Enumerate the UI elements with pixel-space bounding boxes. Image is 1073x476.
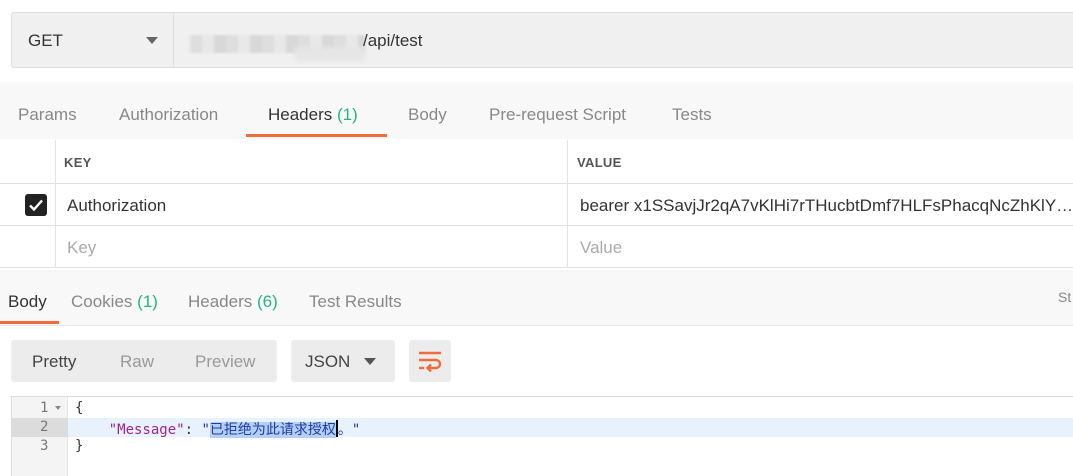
wrap-lines-button[interactable]	[409, 340, 451, 382]
response-body-viewer[interactable]: 1 { 2 "Message": "已拒绝为此请求授权 。" 3 }	[11, 396, 1073, 476]
line-number: 3	[40, 438, 49, 454]
code-text: "Message": "已拒绝为此请求授权 。"	[108, 420, 361, 438]
caret-down-icon	[364, 358, 376, 365]
new-key-input[interactable]: Key	[67, 238, 96, 258]
tab-authorization[interactable]: Authorization	[119, 105, 218, 125]
raw-button[interactable]: Raw	[120, 352, 154, 372]
line-number: 2	[40, 419, 49, 435]
tab-body[interactable]: Body	[408, 105, 447, 125]
code-text: }	[75, 438, 84, 454]
pretty-button[interactable]: Pretty	[32, 352, 76, 372]
tab-headers[interactable]: Headers (1)	[268, 105, 358, 125]
column-header-key: KEY	[64, 155, 92, 170]
active-tab-indicator	[246, 134, 387, 137]
active-response-tab-indicator	[0, 321, 59, 324]
headers-table: KEY VALUE Authorization bearer x1SSavjJr…	[0, 140, 1073, 269]
code-text: {	[75, 400, 84, 416]
request-tabs: Params Authorization Headers (1) Body Pr…	[0, 82, 1073, 139]
checkmark-icon	[29, 199, 43, 212]
tab-params[interactable]: Params	[18, 105, 77, 125]
code-line: 1 {	[12, 399, 1073, 418]
response-tab-cookies[interactable]: Cookies (1)	[71, 292, 158, 312]
response-tabs: Body Cookies (1) Headers (6) Test Result…	[0, 270, 1073, 326]
code-line: 3 }	[12, 437, 1073, 456]
format-label: JSON	[305, 352, 351, 371]
new-value-input[interactable]: Value	[580, 238, 622, 258]
selected-text: 已拒绝为此请求授权	[209, 422, 336, 438]
cookies-count-badge: (1)	[137, 292, 158, 311]
view-mode-group: Pretty Raw Preview	[11, 340, 277, 382]
response-tab-headers[interactable]: Headers (6)	[188, 292, 278, 312]
line-number: 1	[40, 400, 49, 416]
request-bar: GET /api/test	[11, 12, 1073, 68]
redacted-url-host-fragment	[295, 47, 365, 61]
wrap-lines-icon	[419, 351, 442, 372]
code-line-active: 2 "Message": "已拒绝为此请求授权 。"	[12, 418, 1073, 438]
tab-pre-request-script[interactable]: Pre-request Script	[489, 105, 626, 125]
table-row: Authorization bearer x1SSavjJr2qA7vKlHi7…	[0, 184, 1073, 226]
format-select[interactable]: JSON	[291, 340, 395, 382]
column-divider	[567, 140, 568, 268]
url-path: /api/test	[363, 31, 423, 50]
status-label: St	[1058, 289, 1072, 305]
response-tab-test-results[interactable]: Test Results	[309, 292, 402, 312]
method-label: GET	[28, 31, 63, 50]
url-input[interactable]: /api/test	[175, 13, 1073, 67]
response-headers-count-badge: (6)	[257, 292, 278, 311]
tab-tests[interactable]: Tests	[672, 105, 712, 125]
column-divider	[55, 140, 56, 268]
method-select[interactable]: GET	[12, 13, 174, 67]
preview-button[interactable]: Preview	[195, 352, 255, 372]
response-tab-body[interactable]: Body	[8, 292, 47, 312]
json-key: "Message"	[108, 422, 185, 438]
fold-caret-icon[interactable]	[55, 406, 61, 410]
header-key-field[interactable]: Authorization	[67, 196, 166, 216]
table-header-row: KEY VALUE	[0, 140, 1073, 184]
table-row-new: Key Value	[0, 226, 1073, 268]
column-header-value: VALUE	[577, 155, 622, 170]
header-enabled-checkbox[interactable]	[25, 194, 47, 216]
headers-count-badge: (1)	[337, 105, 358, 124]
header-value-field[interactable]: bearer x1SSavjJr2qA7vKlHi7rTHucbtDmf7HLF…	[580, 196, 1073, 216]
caret-down-icon	[146, 37, 158, 44]
